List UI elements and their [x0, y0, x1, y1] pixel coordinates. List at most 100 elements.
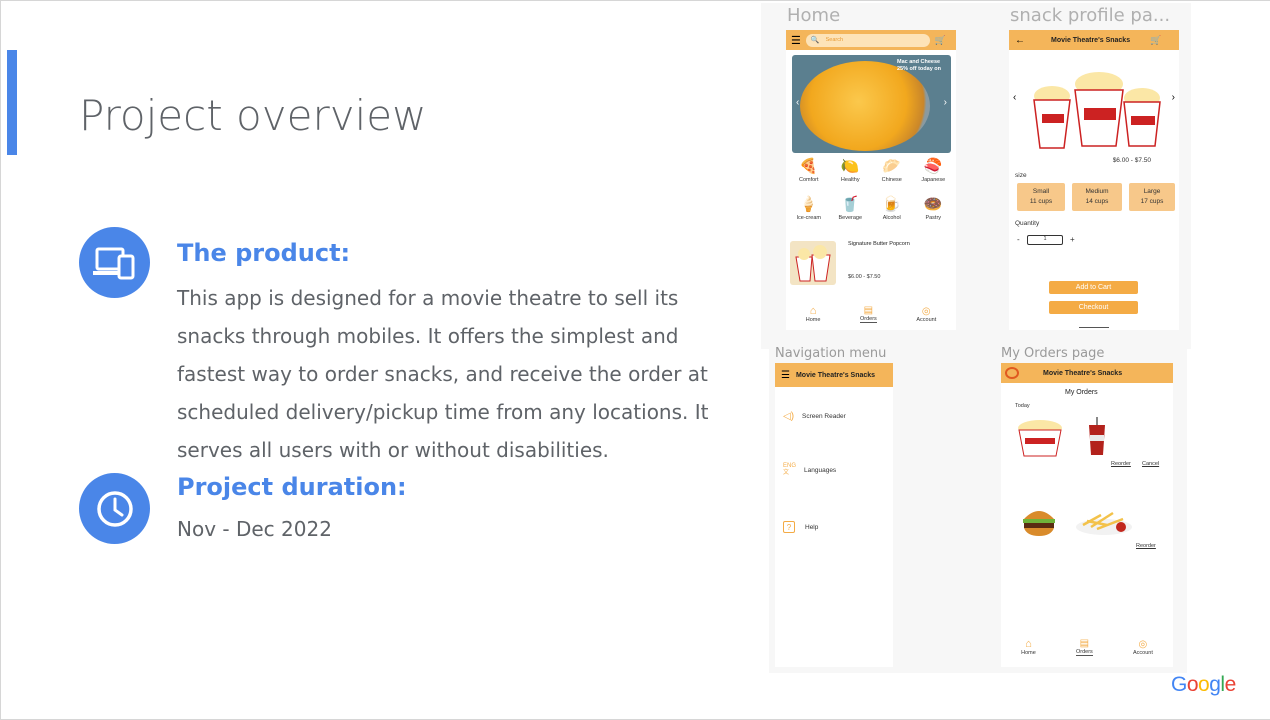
popcorn-order-image — [1015, 418, 1065, 458]
speaker-icon: ◁) — [783, 411, 795, 422]
orders-heading: My Orders — [1065, 389, 1098, 396]
dumpling-icon: 🥟 — [882, 158, 902, 175]
nav-account[interactable]: ◎ Account — [1133, 639, 1153, 656]
menu-item-languages[interactable]: ENG 文 Languages — [783, 463, 836, 477]
beer-icon: 🍺 — [882, 196, 902, 213]
chevron-right-icon[interactable]: › — [944, 97, 947, 108]
accent-bar — [7, 50, 17, 155]
chevron-left-icon[interactable]: ‹ — [796, 97, 799, 108]
sushi-icon: 🍣 — [923, 158, 943, 175]
orders-topbar: Movie Theatre's Snacks — [1001, 363, 1173, 383]
category-grid: 🍕 Comfort 🍋 Healthy 🥟 Chinese 🍣 Japanese 🍦 Ic… — [788, 157, 954, 231]
home-screen: ☰ 🔍 Search 🛒 Mac and Cheese 25% off toda… — [786, 30, 956, 330]
reorder-link[interactable]: Reorder — [1111, 461, 1131, 467]
size-medium-option[interactable]: Medium 14 cups — [1072, 183, 1122, 211]
nav-home[interactable]: ⌂ Home — [806, 305, 821, 323]
profile-screen-label: snack profile pa... — [1010, 5, 1171, 26]
google-logo: Google — [1171, 673, 1236, 696]
duration-text: Nov - Dec 2022 — [177, 517, 332, 541]
language-icon: ENG 文 — [783, 463, 797, 476]
duration-heading: Project duration: — [177, 473, 407, 501]
my-orders-screen: Movie Theatre's Snacks My Orders Today R… — [1001, 363, 1173, 667]
home-icon: ⌂ — [1025, 638, 1032, 650]
category-comfort[interactable]: 🍕 Comfort — [788, 157, 830, 193]
chevron-right-icon[interactable]: › — [1172, 92, 1175, 103]
menu-icon[interactable]: ☰ — [781, 370, 790, 381]
mac-and-cheese-image — [800, 61, 930, 151]
category-pastry[interactable]: 🍩 Pastry — [913, 195, 955, 231]
home-topbar: ☰ 🔍 Search 🛒 — [786, 30, 956, 50]
devices-icon — [79, 227, 150, 298]
checkout-button[interactable]: Checkout — [1049, 301, 1138, 314]
orders-today-label: Today — [1015, 403, 1030, 409]
ice-cream-icon: 🍦 — [799, 196, 819, 213]
navigation-menu-screen: ☰ Movie Theatre's Snacks ◁) Screen Reade… — [775, 363, 893, 667]
product-heading: The product: — [177, 239, 351, 267]
burger-order-image — [1021, 505, 1057, 537]
menu-item-screen-reader[interactable]: ◁) Screen Reader — [783, 411, 846, 422]
category-alcohol[interactable]: 🍺 Alcohol — [871, 195, 913, 231]
help-icon: ? — [783, 521, 795, 533]
home-indicator — [1079, 327, 1109, 328]
quantity-plus-button[interactable]: + — [1070, 235, 1075, 244]
search-input[interactable]: 🔍 Search — [805, 33, 930, 47]
profile-price: $6.00 - $7.50 — [1112, 157, 1151, 164]
logo-icon[interactable] — [1005, 367, 1019, 379]
popcorn-image: ‹ › — [1013, 56, 1175, 152]
popcorn-thumbnail[interactable] — [790, 241, 836, 285]
reorder-link-2[interactable]: Reorder — [1136, 543, 1156, 549]
add-to-cart-button[interactable]: Add to Cart — [1049, 281, 1138, 294]
home-icon: ⌂ — [809, 305, 817, 317]
slide: Project overview The product: This app i… — [0, 0, 1270, 720]
fries-order-image — [1073, 507, 1135, 537]
chevron-left-icon[interactable]: ‹ — [1013, 92, 1016, 103]
pizza-icon: 🍕 — [799, 158, 819, 175]
back-arrow-icon[interactable]: ← — [1015, 35, 1025, 46]
category-healthy[interactable]: 🍋 Healthy — [830, 157, 872, 193]
size-small-option[interactable]: Small 11 cups — [1017, 183, 1065, 211]
banner-text: Mac and Cheese 25% off today on — [897, 59, 942, 72]
home-bottom-nav: ⌂ Home ▤ Orders ◎ Account — [786, 298, 956, 330]
size-label: size — [1015, 172, 1027, 179]
search-placeholder: Search — [825, 37, 844, 43]
profile-topbar: ← Movie Theatre's Snacks 🛒 — [1009, 30, 1179, 50]
quantity-label: Quantity — [1015, 220, 1040, 227]
category-japanese[interactable]: 🍣 Japanese — [913, 157, 955, 193]
nav-orders[interactable]: ▤ Orders — [1075, 638, 1093, 656]
account-icon: ◎ — [921, 305, 931, 317]
nav-menu-title: Movie Theatre's Snacks — [795, 371, 876, 379]
home-screen-label: Home — [787, 5, 841, 26]
nav-home[interactable]: ⌂ Home — [1021, 638, 1036, 656]
search-icon: 🔍 — [810, 37, 820, 44]
nav-orders[interactable]: ▤ Orders — [859, 305, 877, 323]
category-ice-cream[interactable]: 🍦 Ice-cream — [788, 195, 830, 231]
profile-title: Movie Theatre's Snacks — [1051, 36, 1131, 44]
category-beverage[interactable]: 🥤 Beverage — [830, 195, 872, 231]
category-chinese[interactable]: 🥟 Chinese — [871, 157, 913, 193]
donut-icon: 🍩 — [923, 196, 943, 213]
snack-profile-screen: ← Movie Theatre's Snacks 🛒 ‹ › $6.00 - $… — [1009, 30, 1179, 330]
nav-menu-topbar: ☰ Movie Theatre's Snacks — [775, 363, 893, 387]
quantity-minus-button[interactable]: - — [1017, 235, 1020, 244]
orders-icon: ▤ — [1079, 638, 1090, 649]
promo-banner[interactable]: Mac and Cheese 25% off today on ‹ › — [792, 55, 951, 153]
cancel-link[interactable]: Cancel — [1142, 461, 1159, 467]
drink-icon: 🥤 — [840, 196, 860, 213]
orders-title: Movie Theatre's Snacks — [1043, 369, 1123, 377]
size-large-option[interactable]: Large 17 cups — [1129, 183, 1175, 211]
lemon-icon: 🍋 — [840, 158, 860, 175]
menu-icon[interactable]: ☰ — [791, 34, 801, 47]
nav-account[interactable]: ◎ Account — [916, 306, 936, 323]
nav-menu-screen-label: Navigation menu — [775, 346, 887, 361]
orders-bottom-nav: ⌂ Home ▤ Orders ◎ Account — [1001, 631, 1173, 663]
soda-order-image — [1087, 417, 1107, 457]
menu-item-help[interactable]: ? Help — [783, 521, 818, 533]
quantity-input[interactable]: 1 — [1027, 235, 1063, 245]
cart-icon[interactable]: 🛒 — [1150, 35, 1161, 46]
featured-name[interactable]: Signature Butter Popcorn — [848, 241, 910, 247]
page-title: Project overview — [79, 91, 427, 140]
cart-icon[interactable]: 🛒 — [935, 35, 946, 46]
product-description: This app is designed for a movie theatre… — [177, 286, 709, 462]
featured-price: $6.00 - $7.50 — [848, 274, 881, 280]
account-icon: ◎ — [1138, 638, 1148, 650]
